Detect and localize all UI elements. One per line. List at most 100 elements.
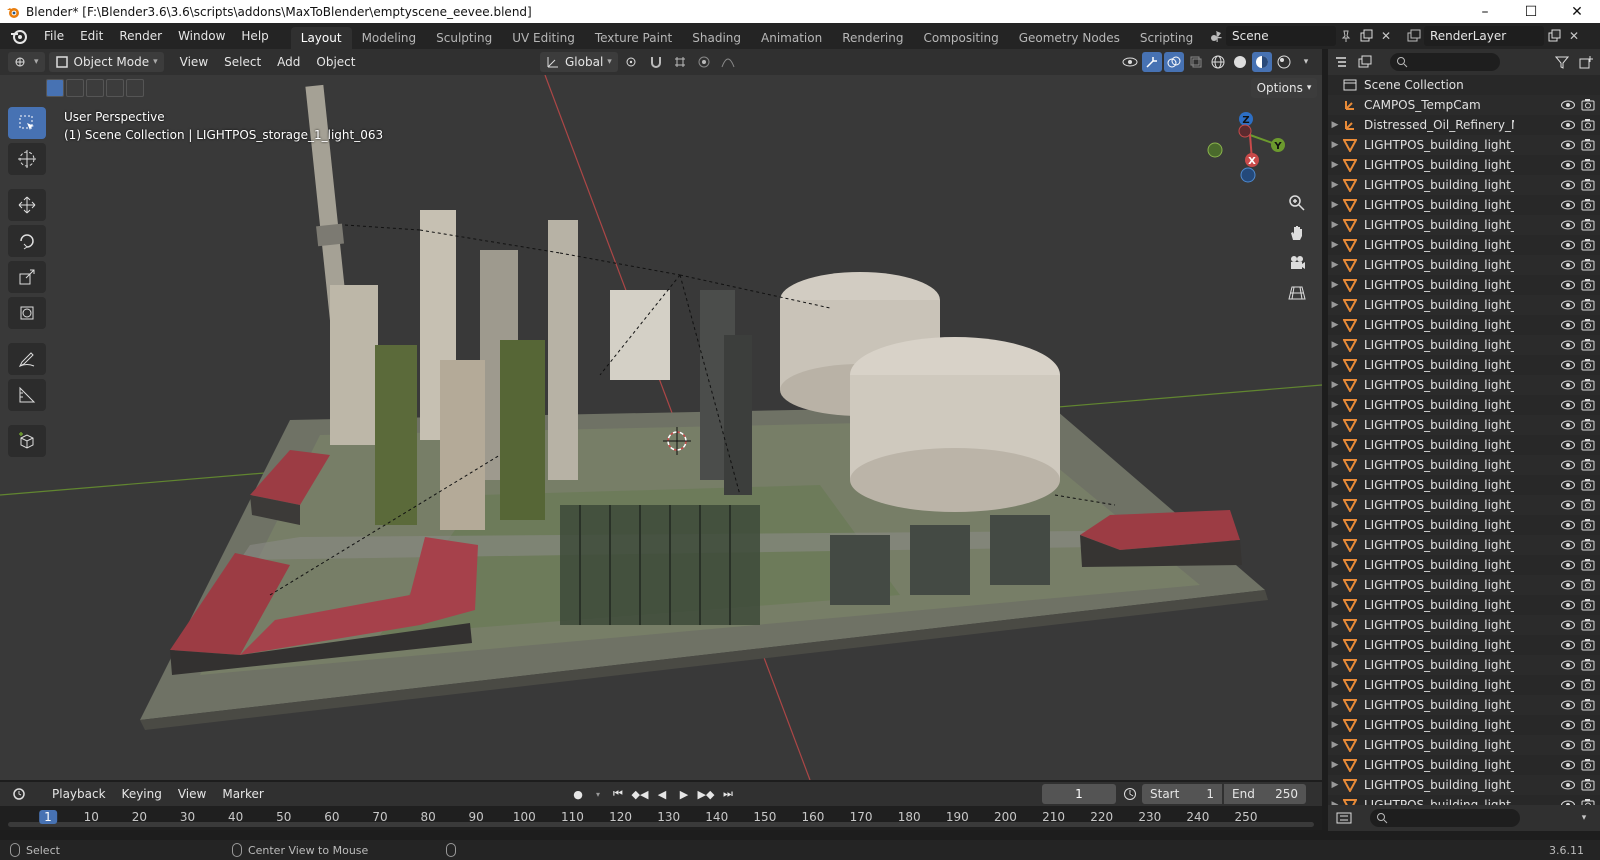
tab-modeling[interactable]: Modeling	[352, 27, 427, 49]
overlay-toggle-icon[interactable]	[1164, 52, 1184, 72]
render-camera-icon[interactable]	[1580, 517, 1596, 533]
properties-search-input[interactable]	[1370, 809, 1520, 827]
maximize-button[interactable]: ☐	[1508, 0, 1554, 23]
eye-icon[interactable]	[1560, 657, 1576, 673]
new-view-layer-icon[interactable]	[1544, 26, 1564, 46]
gizmo-toggle-icon[interactable]	[1142, 52, 1162, 72]
expand-arrow-icon[interactable]: ▶	[1328, 440, 1342, 450]
viewport-menu-add[interactable]: Add	[269, 55, 308, 69]
jump-start-icon[interactable]: ⏮	[608, 784, 628, 804]
render-camera-icon[interactable]	[1580, 117, 1596, 133]
eye-icon[interactable]	[1560, 717, 1576, 733]
pin-icon[interactable]	[1336, 26, 1356, 46]
expand-arrow-icon[interactable]: ▶	[1328, 340, 1342, 350]
pan-hand-icon[interactable]	[1284, 221, 1310, 245]
scene-name-field[interactable]: Scene	[1226, 26, 1336, 46]
render-camera-icon[interactable]	[1580, 777, 1596, 793]
add-cube-tool[interactable]	[8, 425, 46, 457]
outliner-item[interactable]: ▶ LIGHTPOS_building_light_01	[1328, 455, 1600, 475]
start-frame-field[interactable]: Start 1	[1142, 784, 1222, 804]
render-camera-icon[interactable]	[1580, 677, 1596, 693]
eye-icon[interactable]	[1560, 537, 1576, 553]
expand-arrow-icon[interactable]: ▶	[1328, 280, 1342, 290]
prev-keyframe-icon[interactable]: ◆◀	[630, 784, 650, 804]
eye-icon[interactable]	[1560, 337, 1576, 353]
expand-arrow-icon[interactable]: ▶	[1328, 660, 1342, 670]
measure-tool[interactable]	[8, 379, 46, 411]
eye-icon[interactable]	[1560, 577, 1576, 593]
render-camera-icon[interactable]	[1580, 717, 1596, 733]
menu-window[interactable]: Window	[170, 23, 233, 49]
outliner-item[interactable]: ▶ LIGHTPOS_building_light_01	[1328, 315, 1600, 335]
eye-icon[interactable]	[1560, 497, 1576, 513]
select-intersect-button[interactable]	[126, 79, 144, 97]
eye-icon[interactable]	[1560, 777, 1576, 793]
outliner-search-input[interactable]	[1390, 53, 1500, 71]
render-camera-icon[interactable]	[1580, 157, 1596, 173]
render-camera-icon[interactable]	[1580, 97, 1596, 113]
outliner-item[interactable]: ▶ LIGHTPOS_building_light_02	[1328, 635, 1600, 655]
render-camera-icon[interactable]	[1580, 197, 1596, 213]
options-dropdown[interactable]: Options ▾	[1251, 78, 1317, 98]
filter-icon[interactable]	[1552, 52, 1572, 72]
outliner-item[interactable]: ▶ LIGHTPOS_building_light_01	[1328, 355, 1600, 375]
menu-file[interactable]: File	[36, 23, 72, 49]
scene-icon[interactable]	[1206, 26, 1226, 46]
expand-arrow-icon[interactable]: ▶	[1328, 200, 1342, 210]
timeline-ruler[interactable]: 1 10 20 30 40 50 60 70 80 90 100 110 120 130 140 150 160…	[0, 806, 1322, 830]
outliner-item[interactable]: ▶ LIGHTPOS_building_light_00	[1328, 255, 1600, 275]
camera-view-icon[interactable]	[1284, 251, 1310, 275]
expand-arrow-icon[interactable]: ▶	[1328, 460, 1342, 470]
render-camera-icon[interactable]	[1580, 637, 1596, 653]
outliner-item[interactable]: ▶ LIGHTPOS_building_light_02	[1328, 675, 1600, 695]
outliner-item[interactable]: ▶ LIGHTPOS_building_light_02	[1328, 655, 1600, 675]
eye-icon[interactable]	[1560, 417, 1576, 433]
expand-arrow-icon[interactable]: ▶	[1328, 300, 1342, 310]
select-new-button[interactable]	[46, 79, 64, 97]
proportional-editing-icon[interactable]	[694, 52, 714, 72]
record-options-icon[interactable]: ▾	[590, 784, 606, 804]
outliner-item[interactable]: ▶ LIGHTPOS_building_light_02	[1328, 555, 1600, 575]
outliner-item[interactable]: ▶ LIGHTPOS_building_light_03	[1328, 735, 1600, 755]
expand-arrow-icon[interactable]: ▶	[1328, 600, 1342, 610]
rotate-tool[interactable]	[8, 225, 46, 257]
timeline-menu-view[interactable]: View	[170, 787, 214, 801]
expand-arrow-icon[interactable]: ▶	[1328, 320, 1342, 330]
delete-scene-icon[interactable]: ✕	[1376, 26, 1396, 46]
solid-shading-icon[interactable]	[1230, 52, 1250, 72]
render-camera-icon[interactable]	[1580, 377, 1596, 393]
eye-icon[interactable]	[1560, 737, 1576, 753]
outliner-item[interactable]: ▶ LIGHTPOS_building_light_01	[1328, 475, 1600, 495]
3d-viewport[interactable]: Z Y X User Perspective (1) Scene Collect…	[0, 75, 1322, 780]
eye-icon[interactable]	[1560, 457, 1576, 473]
transform-tool[interactable]	[8, 297, 46, 329]
eye-icon[interactable]	[1560, 637, 1576, 653]
tab-uv-editing[interactable]: UV Editing	[502, 27, 585, 49]
material-shading-icon[interactable]	[1252, 52, 1272, 72]
eye-icon[interactable]	[1560, 157, 1576, 173]
outliner-editor-type-icon[interactable]	[1332, 52, 1352, 72]
refinery-scene-render[interactable]: Z Y X	[0, 75, 1322, 780]
expand-arrow-icon[interactable]: ▶	[1328, 780, 1342, 790]
expand-arrow-icon[interactable]: ▶	[1328, 640, 1342, 650]
expand-arrow-icon[interactable]: ▶	[1328, 380, 1342, 390]
select-extend-button[interactable]	[66, 79, 84, 97]
eye-icon[interactable]	[1560, 617, 1576, 633]
eye-icon[interactable]	[1560, 677, 1576, 693]
outliner-item[interactable]: ▶ LIGHTPOS_building_light_00	[1328, 275, 1600, 295]
next-keyframe-icon[interactable]: ▶◆	[696, 784, 716, 804]
eye-icon[interactable]	[1560, 277, 1576, 293]
expand-arrow-icon[interactable]: ▶	[1328, 220, 1342, 230]
expand-arrow-icon[interactable]: ▶	[1328, 620, 1342, 630]
render-camera-icon[interactable]	[1580, 277, 1596, 293]
render-camera-icon[interactable]	[1580, 417, 1596, 433]
delete-view-layer-icon[interactable]: ✕	[1564, 26, 1584, 46]
zoom-icon[interactable]	[1284, 191, 1310, 215]
expand-arrow-icon[interactable]: ▶	[1328, 420, 1342, 430]
view-layer-icon[interactable]	[1404, 26, 1424, 46]
navigation-gizmo[interactable]: Z Y X	[1207, 112, 1285, 183]
eye-icon[interactable]	[1560, 117, 1576, 133]
new-collection-icon[interactable]	[1576, 52, 1596, 72]
outliner-item[interactable]: ▶ LIGHTPOS_building_light_02	[1328, 575, 1600, 595]
tab-shading[interactable]: Shading	[682, 27, 751, 49]
